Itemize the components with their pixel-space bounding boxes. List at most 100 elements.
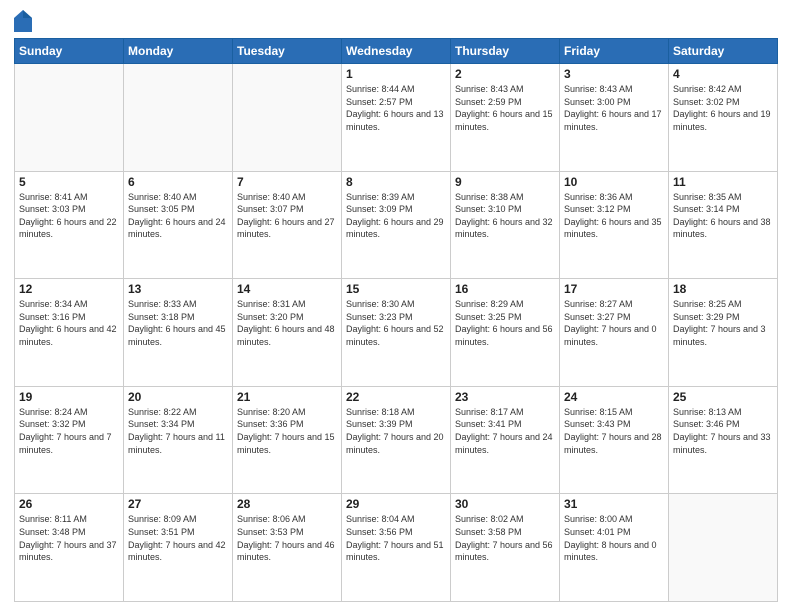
day-number: 29 <box>346 497 446 511</box>
day-info: Sunrise: 8:20 AMSunset: 3:36 PMDaylight:… <box>237 406 337 456</box>
day-info: Sunrise: 8:31 AMSunset: 3:20 PMDaylight:… <box>237 298 337 348</box>
logo <box>14 10 36 32</box>
day-cell-3: 3 Sunrise: 8:43 AMSunset: 3:00 PMDaylight… <box>560 64 669 172</box>
day-info: Sunrise: 8:25 AMSunset: 3:29 PMDaylight:… <box>673 298 773 348</box>
day-number: 5 <box>19 175 119 189</box>
weekday-header-sunday: Sunday <box>15 39 124 64</box>
day-number: 2 <box>455 67 555 81</box>
day-info: Sunrise: 8:42 AMSunset: 3:02 PMDaylight:… <box>673 83 773 133</box>
day-cell-26: 26 Sunrise: 8:11 AMSunset: 3:48 PMDayligh… <box>15 494 124 602</box>
day-cell-10: 10 Sunrise: 8:36 AMSunset: 3:12 PMDayligh… <box>560 171 669 279</box>
day-info: Sunrise: 8:11 AMSunset: 3:48 PMDaylight:… <box>19 513 119 563</box>
day-cell-7: 7Sunrise: 8:40 AMSunset: 3:07 PMDaylight… <box>233 171 342 279</box>
day-cell-16: 16 Sunrise: 8:29 AMSunset: 3:25 PMDayligh… <box>451 279 560 387</box>
day-number: 28 <box>237 497 337 511</box>
weekday-header-saturday: Saturday <box>669 39 778 64</box>
day-info: Sunrise: 8:17 AMSunset: 3:41 PMDaylight:… <box>455 406 555 456</box>
day-cell-9: 9 Sunrise: 8:38 AMSunset: 3:10 PMDaylight… <box>451 171 560 279</box>
day-info: Sunrise: 8:13 AMSunset: 3:46 PMDaylight:… <box>673 406 773 456</box>
day-number: 24 <box>564 390 664 404</box>
day-info: Sunrise: 8:30 AMSunset: 3:23 PMDaylight:… <box>346 298 446 348</box>
day-cell-28: 28 Sunrise: 8:06 AMSunset: 3:53 PMDayligh… <box>233 494 342 602</box>
day-info: Sunrise: 8:44 AMSunset: 2:57 PMDaylight:… <box>346 83 446 133</box>
day-info: Sunrise: 8:43 AMSunset: 3:00 PMDaylight:… <box>564 83 664 133</box>
day-number: 4 <box>673 67 773 81</box>
day-info: Sunrise: 8:38 AMSunset: 3:10 PMDaylight:… <box>455 191 555 241</box>
day-info: Sunrise: 8:00 AMSunset: 4:01 PMDaylight:… <box>564 513 664 563</box>
day-cell-27: 27 Sunrise: 8:09 AMSunset: 3:51 PMDayligh… <box>124 494 233 602</box>
empty-cell <box>124 64 233 172</box>
day-number: 18 <box>673 282 773 296</box>
week-row-3: 12Sunrise: 8:34 AMSunset: 3:16 PMDayligh… <box>15 279 778 387</box>
day-info: Sunrise: 8:40 AMSunset: 3:05 PMDaylight:… <box>128 191 228 241</box>
day-info: Sunrise: 8:40 AMSunset: 3:07 PMDaylight:… <box>237 191 337 241</box>
day-cell-19: 19 Sunrise: 8:24 AMSunset: 3:32 PMDayligh… <box>15 386 124 494</box>
day-number: 3 <box>564 67 664 81</box>
day-number: 15 <box>346 282 446 296</box>
empty-cell <box>15 64 124 172</box>
day-number: 27 <box>128 497 228 511</box>
day-number: 26 <box>19 497 119 511</box>
calendar-table: SundayMondayTuesdayWednesdayThursdayFrid… <box>14 38 778 602</box>
day-cell-14: 14Sunrise: 8:31 AMSunset: 3:20 PMDayligh… <box>233 279 342 387</box>
day-info: Sunrise: 8:35 AMSunset: 3:14 PMDaylight:… <box>673 191 773 241</box>
day-number: 8 <box>346 175 446 189</box>
weekday-header-thursday: Thursday <box>451 39 560 64</box>
day-info: Sunrise: 8:04 AMSunset: 3:56 PMDaylight:… <box>346 513 446 563</box>
day-info: Sunrise: 8:33 AMSunset: 3:18 PMDaylight:… <box>128 298 228 348</box>
day-info: Sunrise: 8:18 AMSunset: 3:39 PMDaylight:… <box>346 406 446 456</box>
day-number: 1 <box>346 67 446 81</box>
day-cell-1: 1 Sunrise: 8:44 AMSunset: 2:57 PMDaylight… <box>342 64 451 172</box>
day-info: Sunrise: 8:29 AMSunset: 3:25 PMDaylight:… <box>455 298 555 348</box>
day-info: Sunrise: 8:09 AMSunset: 3:51 PMDaylight:… <box>128 513 228 563</box>
day-cell-8: 8Sunrise: 8:39 AMSunset: 3:09 PMDaylight… <box>342 171 451 279</box>
day-cell-13: 13 Sunrise: 8:33 AMSunset: 3:18 PMDayligh… <box>124 279 233 387</box>
weekday-header-monday: Monday <box>124 39 233 64</box>
weekday-header-tuesday: Tuesday <box>233 39 342 64</box>
day-cell-15: 15 Sunrise: 8:30 AMSunset: 3:23 PMDayligh… <box>342 279 451 387</box>
day-cell-30: 30 Sunrise: 8:02 AMSunset: 3:58 PMDayligh… <box>451 494 560 602</box>
week-row-2: 5 Sunrise: 8:41 AMSunset: 3:03 PMDaylight… <box>15 171 778 279</box>
day-cell-17: 17 Sunrise: 8:27 AMSunset: 3:27 PMDayligh… <box>560 279 669 387</box>
day-number: 20 <box>128 390 228 404</box>
day-cell-6: 6 Sunrise: 8:40 AMSunset: 3:05 PMDaylight… <box>124 171 233 279</box>
week-row-1: 1 Sunrise: 8:44 AMSunset: 2:57 PMDaylight… <box>15 64 778 172</box>
day-cell-18: 18 Sunrise: 8:25 AMSunset: 3:29 PMDayligh… <box>669 279 778 387</box>
day-cell-31: 31 Sunrise: 8:00 AMSunset: 4:01 PMDayligh… <box>560 494 669 602</box>
day-info: Sunrise: 8:06 AMSunset: 3:53 PMDaylight:… <box>237 513 337 563</box>
day-number: 13 <box>128 282 228 296</box>
day-cell-22: 22Sunrise: 8:18 AMSunset: 3:39 PMDayligh… <box>342 386 451 494</box>
page: SundayMondayTuesdayWednesdayThursdayFrid… <box>0 0 792 612</box>
day-cell-11: 11Sunrise: 8:35 AMSunset: 3:14 PMDayligh… <box>669 171 778 279</box>
day-info: Sunrise: 8:27 AMSunset: 3:27 PMDaylight:… <box>564 298 664 348</box>
day-number: 30 <box>455 497 555 511</box>
day-number: 16 <box>455 282 555 296</box>
day-cell-23: 23Sunrise: 8:17 AMSunset: 3:41 PMDayligh… <box>451 386 560 494</box>
day-cell-12: 12Sunrise: 8:34 AMSunset: 3:16 PMDayligh… <box>15 279 124 387</box>
day-number: 10 <box>564 175 664 189</box>
day-cell-25: 25 Sunrise: 8:13 AMSunset: 3:46 PMDayligh… <box>669 386 778 494</box>
day-cell-5: 5 Sunrise: 8:41 AMSunset: 3:03 PMDaylight… <box>15 171 124 279</box>
day-info: Sunrise: 8:24 AMSunset: 3:32 PMDaylight:… <box>19 406 119 456</box>
day-info: Sunrise: 8:36 AMSunset: 3:12 PMDaylight:… <box>564 191 664 241</box>
day-info: Sunrise: 8:15 AMSunset: 3:43 PMDaylight:… <box>564 406 664 456</box>
day-number: 19 <box>19 390 119 404</box>
day-info: Sunrise: 8:02 AMSunset: 3:58 PMDaylight:… <box>455 513 555 563</box>
day-info: Sunrise: 8:41 AMSunset: 3:03 PMDaylight:… <box>19 191 119 241</box>
day-number: 31 <box>564 497 664 511</box>
empty-cell <box>233 64 342 172</box>
day-number: 6 <box>128 175 228 189</box>
day-info: Sunrise: 8:43 AMSunset: 2:59 PMDaylight:… <box>455 83 555 133</box>
day-number: 9 <box>455 175 555 189</box>
day-cell-21: 21 Sunrise: 8:20 AMSunset: 3:36 PMDayligh… <box>233 386 342 494</box>
day-cell-4: 4 Sunrise: 8:42 AMSunset: 3:02 PMDaylight… <box>669 64 778 172</box>
logo-icon <box>14 10 32 32</box>
day-info: Sunrise: 8:34 AMSunset: 3:16 PMDaylight:… <box>19 298 119 348</box>
day-number: 17 <box>564 282 664 296</box>
weekday-header-friday: Friday <box>560 39 669 64</box>
weekday-header-wednesday: Wednesday <box>342 39 451 64</box>
empty-cell <box>669 494 778 602</box>
day-number: 21 <box>237 390 337 404</box>
day-number: 25 <box>673 390 773 404</box>
day-cell-2: 2 Sunrise: 8:43 AMSunset: 2:59 PMDaylight… <box>451 64 560 172</box>
